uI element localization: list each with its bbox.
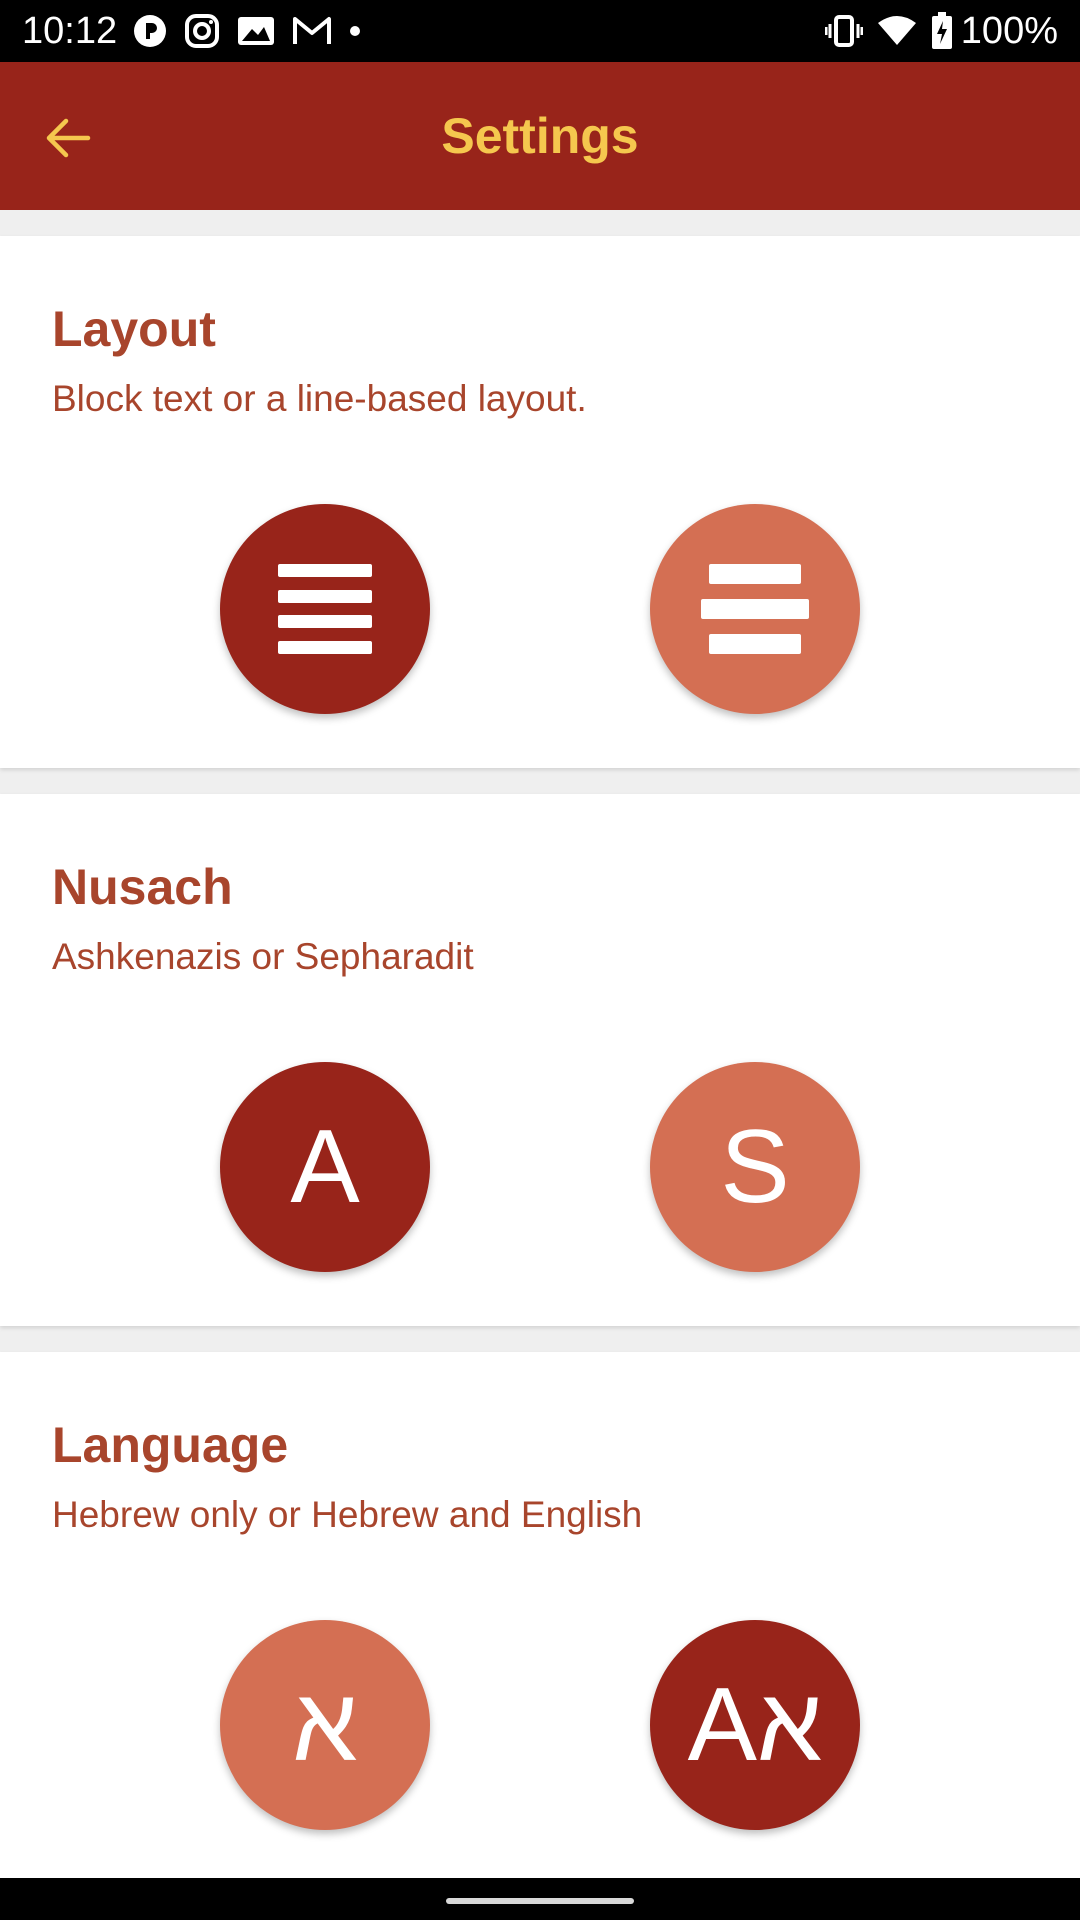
option-label: Aא <box>687 1667 823 1783</box>
navigation-bar <box>0 1878 1080 1920</box>
pinwheel-icon <box>132 13 168 49</box>
page-title: Settings <box>441 108 639 164</box>
language-section: Language Hebrew only or Hebrew and Engli… <box>0 1352 1080 1878</box>
nusach-section: Nusach Ashkenazis or Sepharadit A S <box>0 794 1080 1326</box>
section-title: Layout <box>52 301 216 357</box>
block-layout-button[interactable] <box>220 504 430 714</box>
battery-percentage: 100% <box>960 10 1058 52</box>
status-time: 10:12 <box>22 10 118 52</box>
hebrew-only-button[interactable]: א <box>220 1620 430 1830</box>
sepharadit-button[interactable]: S <box>650 1062 860 1272</box>
option-label: א <box>292 1667 358 1783</box>
hebrew-english-button[interactable]: Aא <box>650 1620 860 1830</box>
app-bar: Settings <box>0 62 1080 210</box>
status-notification-icons <box>132 11 378 51</box>
block-text-icon <box>278 564 372 654</box>
section-title: Language <box>52 1417 289 1473</box>
section-description: Ashkenazis or Sepharadit <box>52 936 474 977</box>
layout-section: Layout Block text or a line-based layout… <box>0 236 1080 768</box>
settings-list[interactable]: Layout Block text or a line-based layout… <box>0 210 1080 1878</box>
option-label: A <box>290 1109 360 1225</box>
line-layout-button[interactable] <box>650 504 860 714</box>
instagram-icon <box>184 13 220 49</box>
status-system-icons: 100% <box>811 8 1058 54</box>
gmail-icon <box>292 15 332 47</box>
vibrate-icon <box>824 14 863 48</box>
section-description: Block text or a line-based layout. <box>52 378 587 419</box>
home-handle[interactable] <box>446 1898 634 1904</box>
ashkenazis-button[interactable]: A <box>220 1062 430 1272</box>
centered-lines-icon <box>701 564 809 654</box>
section-description: Hebrew only or Hebrew and English <box>52 1494 643 1535</box>
battery-charging-icon <box>931 12 953 50</box>
photo-icon <box>236 15 276 47</box>
section-title: Nusach <box>52 859 233 915</box>
option-label: S <box>720 1109 790 1225</box>
wifi-icon <box>877 15 917 47</box>
notification-dot-icon <box>348 24 362 38</box>
status-bar: 10:12 100% <box>0 0 1080 62</box>
